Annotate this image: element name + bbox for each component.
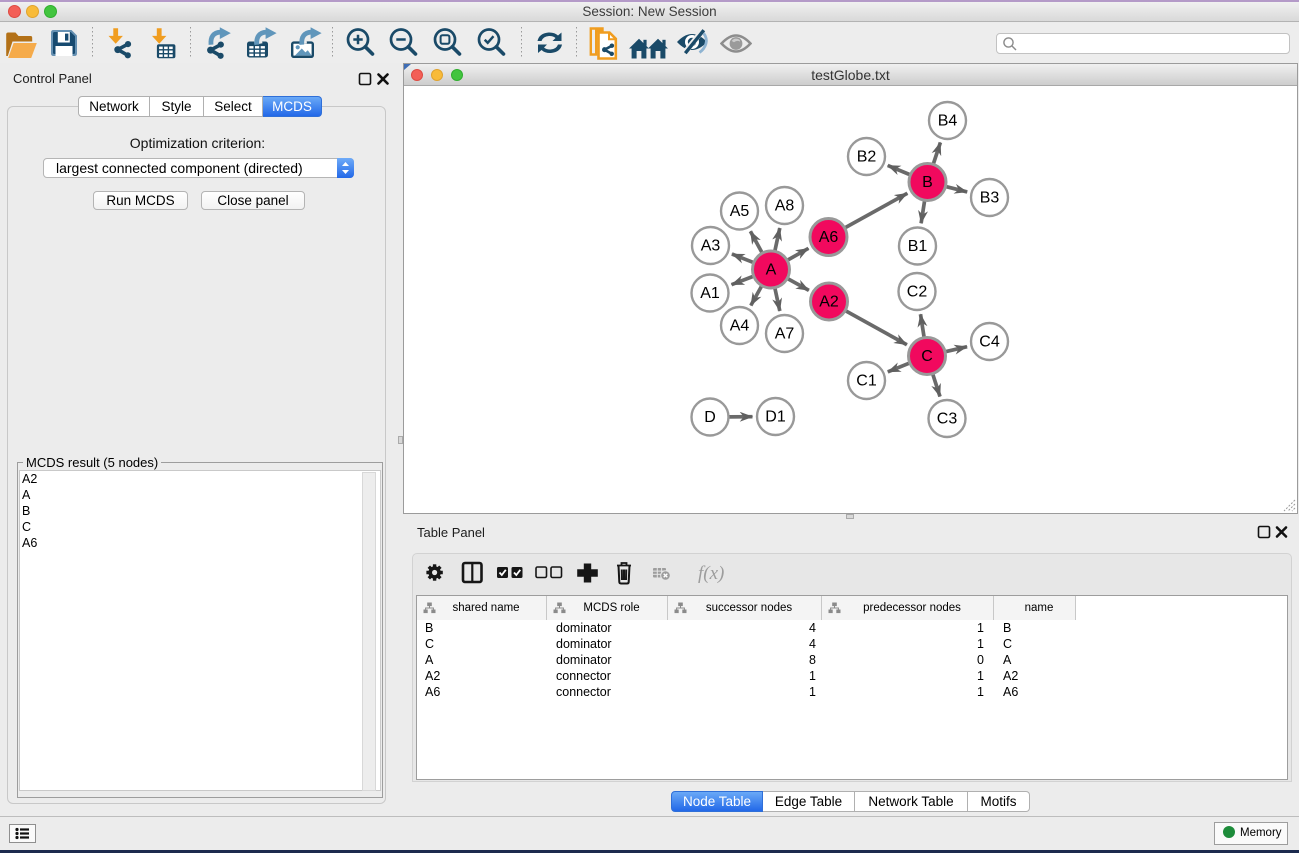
- svg-text:C: C: [921, 348, 933, 365]
- svg-text:A: A: [766, 262, 777, 279]
- svg-text:B4: B4: [938, 113, 958, 130]
- svg-text:D1: D1: [765, 409, 786, 426]
- svg-text:A2: A2: [819, 294, 839, 311]
- svg-text:C2: C2: [907, 284, 928, 301]
- svg-text:f(x): f(x): [698, 563, 724, 584]
- svg-text:C1: C1: [856, 373, 877, 390]
- svg-text:A8: A8: [775, 198, 795, 215]
- svg-text:A4: A4: [730, 318, 750, 335]
- svg-text:A7: A7: [775, 326, 795, 343]
- svg-text:B3: B3: [980, 190, 1000, 207]
- svg-text:C3: C3: [937, 411, 958, 428]
- svg-text:B: B: [922, 174, 933, 191]
- svg-text:A1: A1: [700, 285, 720, 302]
- svg-text:C4: C4: [979, 334, 1000, 351]
- svg-text:D: D: [704, 409, 716, 426]
- svg-text:B1: B1: [908, 238, 928, 255]
- svg-text:A6: A6: [819, 229, 839, 246]
- svg-text:A5: A5: [730, 203, 750, 220]
- svg-text:B2: B2: [857, 149, 877, 166]
- svg-text:A3: A3: [701, 238, 721, 255]
